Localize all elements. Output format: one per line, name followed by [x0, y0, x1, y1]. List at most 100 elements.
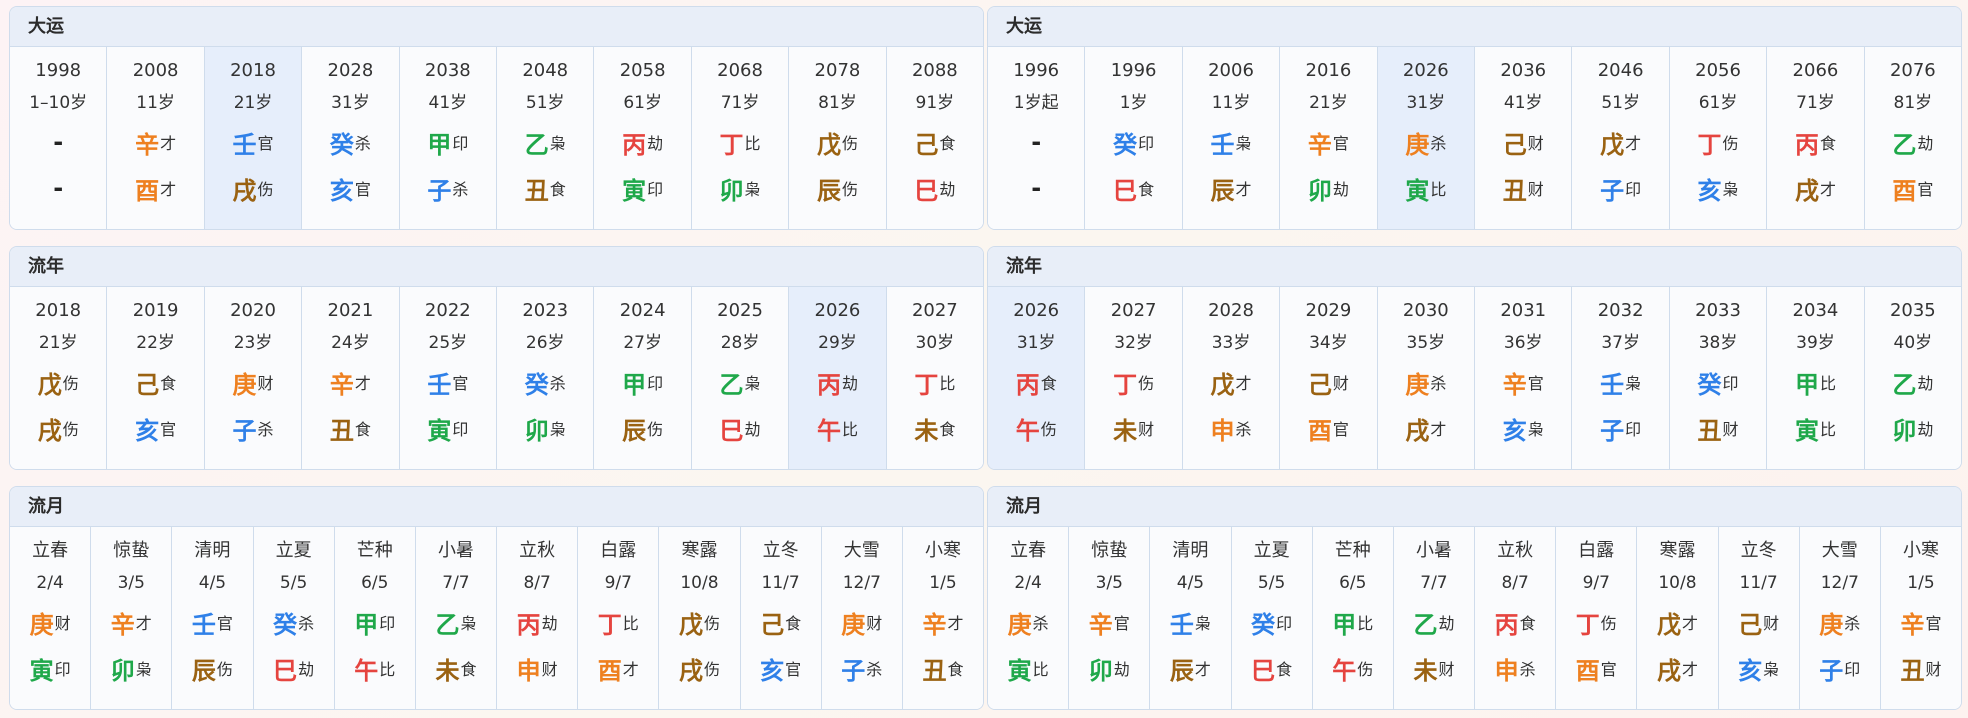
liuyue-cell[interactable]: 立夏 5/5 癸杀巳劫 [253, 527, 335, 709]
heavenly-stem-char: 庚 [1405, 130, 1430, 159]
liunian-cell[interactable]: 2024 27岁甲印辰伤 [594, 287, 692, 469]
liuyue-cell[interactable]: 芒种 6/5 甲印午比 [334, 527, 416, 709]
liunian-cell[interactable]: 2025 28岁乙枭巳劫 [691, 287, 790, 469]
dayun-cell[interactable]: 2038 41岁甲印子杀 [399, 47, 498, 229]
earthly-branch-char: 亥 [1738, 656, 1763, 685]
liunian-cell[interactable]: 2021 24岁辛才丑食 [302, 287, 400, 469]
dayun-cell[interactable]: 2056 61岁丁伤亥枭 [1669, 47, 1768, 229]
liuyue-cell[interactable]: 惊蛰 3/5 辛才卯枭 [91, 527, 173, 709]
dayun-cell[interactable]: 1996 1岁癸印巳食 [1085, 47, 1183, 229]
heavenly-stem: 己财 [1308, 359, 1349, 405]
liuyue-cell[interactable]: 大雪 12/7 庚杀子印 [1799, 527, 1881, 709]
liuyue-cell[interactable]: 立秋 8/7 丙劫申财 [497, 527, 579, 709]
liuyue-cell[interactable]: 大雪 12/7 庚财子杀 [821, 527, 903, 709]
heavenly-stem: 乙劫 [1892, 359, 1933, 405]
heavenly-stem-char: 戊 [1656, 610, 1681, 639]
dayun-cell[interactable]: 2008 11岁辛才酉才 [107, 47, 205, 229]
liuyue-cell[interactable]: 清明 4/5 壬官辰伤 [172, 527, 254, 709]
dayun-cell[interactable]: 2066 71岁丙食戌才 [1767, 47, 1865, 229]
liunian-cell[interactable]: 2028 33岁戊才申杀 [1182, 287, 1281, 469]
liunian-cell[interactable]: 2019 22岁己食亥官 [107, 287, 205, 469]
liuyue-cell[interactable]: 寒露 10/8 戊才戌才 [1637, 527, 1719, 709]
liunian-cell[interactable]: 2035 40岁乙劫卯劫 [1864, 287, 1961, 469]
ten-god-label: 官 [160, 420, 177, 439]
dayun-cell[interactable]: 2016 21岁辛官卯劫 [1280, 47, 1378, 229]
liunian-cell[interactable]: 2018 21岁戊伤戌伤 [10, 287, 108, 469]
liunian-cell[interactable]: 2032 37岁壬枭子印 [1572, 287, 1670, 469]
liunian-cell[interactable]: 2029 34岁己财酉官 [1280, 287, 1378, 469]
dayun-cell[interactable]: 2088 91岁己食巳劫 [886, 47, 983, 229]
ten-god-label: 官 [354, 180, 371, 199]
liunian-cell[interactable]: 2033 38岁癸印丑财 [1669, 287, 1768, 469]
cell-subheading: 24岁 [331, 333, 370, 353]
cell-heading: 2034 [1792, 300, 1839, 321]
dayun-cell[interactable]: 1998 1–10岁 - - [10, 47, 108, 229]
dayun-cell[interactable]: 2068 71岁丁比卯枭 [691, 47, 790, 229]
heavenly-stem-char: 丁 [1113, 370, 1138, 399]
liunian-cell[interactable]: 2030 35岁庚杀戌才 [1377, 287, 1476, 469]
cell-subheading: 61岁 [623, 93, 662, 113]
cell-heading: 2056 [1695, 60, 1741, 81]
dayun-cell[interactable]: 1996 1岁起 - - [988, 47, 1086, 229]
earthly-branch: 申杀 [1495, 645, 1536, 691]
cell-subheading: 5/5 [1257, 573, 1286, 593]
liuyue-cell[interactable]: 白露 9/7 丁比酉才 [578, 527, 660, 709]
liuyue-cell[interactable]: 小暑 7/7 乙劫未财 [1393, 527, 1476, 709]
cell-subheading: 22岁 [136, 333, 175, 353]
liuyue-cell[interactable]: 立冬 11/7 己食亥官 [740, 527, 822, 709]
liunian-cell[interactable]: 2031 36岁辛官亥枭 [1475, 287, 1573, 469]
liunian-cell[interactable]: 2022 25岁壬官寅印 [399, 287, 498, 469]
liuyue-cell[interactable]: 寒露 10/8 戊伤戌伤 [659, 527, 741, 709]
liuyue-cell[interactable]: 清明 4/5 壬枭辰才 [1150, 527, 1232, 709]
earthly-branch-char: 午 [1332, 656, 1357, 685]
dayun-cell[interactable]: 2058 61岁丙劫寅印 [594, 47, 692, 229]
liuyue-cell[interactable]: 小暑 7/7 乙枭未食 [415, 527, 498, 709]
liuyue-cell[interactable]: 立秋 8/7 丙食申杀 [1475, 527, 1557, 709]
dayun-cell[interactable]: 2028 31岁癸杀亥官 [302, 47, 400, 229]
cell-subheading: 40岁 [1893, 333, 1933, 353]
liuyue-cell[interactable]: 芒种 6/5 甲比午伤 [1312, 527, 1394, 709]
cell-subheading: 1/5 [1907, 573, 1935, 593]
dayun-cell[interactable]: 2078 81岁戊伤辰伤 [789, 47, 887, 229]
ten-god-label: 财 [1332, 374, 1349, 393]
earthly-branch-char: 寅 [1007, 656, 1032, 685]
liunian-cell[interactable]: 2027 32岁丁伤未财 [1085, 287, 1183, 469]
ten-god-label: 伤 [1600, 614, 1617, 633]
dayun-panel: 大运 1998 1–10岁 - -2008 11岁辛才酉才 2018 21岁壬官戌伤 2028… [9, 6, 984, 230]
dayun-cell[interactable]: 2018 21岁壬官戌伤 [204, 47, 303, 229]
dayun-cell[interactable]: 2046 51岁戊才子印 [1572, 47, 1670, 229]
ten-god-label: 食 [1519, 614, 1536, 633]
cell-heading: 小寒 [924, 540, 961, 561]
liuyue-cell[interactable]: 惊蛰 3/5 辛官卯劫 [1069, 527, 1151, 709]
dayun-cell[interactable]: 2076 81岁乙劫酉官 [1864, 47, 1961, 229]
cell-subheading: 5/5 [279, 573, 308, 593]
earthly-branch-char: 戌 [1794, 176, 1819, 205]
dayun-cell[interactable]: 2026 31岁庚杀寅比 [1377, 47, 1476, 229]
liuyue-cell[interactable]: 立春 2/4 庚杀寅比 [988, 527, 1070, 709]
liuyue-cell[interactable]: 白露 9/7 丁伤酉官 [1556, 527, 1638, 709]
liunian-cell[interactable]: 2034 39岁甲比寅比 [1767, 287, 1865, 469]
liunian-cell[interactable]: 2026 29岁丙劫午比 [789, 287, 887, 469]
liunian-cell[interactable]: 2027 30岁丁比未食 [886, 287, 983, 469]
liunian-cell[interactable]: 2023 26岁癸杀卯枭 [497, 287, 595, 469]
liunian-cell[interactable]: 2020 23岁庚财子杀 [204, 287, 303, 469]
dayun-cell[interactable]: 2006 11岁壬枭辰才 [1182, 47, 1281, 229]
earthly-branch-char: 寅 [427, 416, 452, 445]
dayun-cell[interactable]: 2036 41岁己财丑财 [1475, 47, 1573, 229]
ten-god-label: 食 [160, 374, 177, 393]
ten-god-label: 官 [257, 134, 274, 153]
liuyue-cell[interactable]: 立春 2/4 庚财寅印 [10, 527, 92, 709]
earthly-branch: 戌才 [1405, 405, 1446, 451]
dayun-cell[interactable]: 2048 51岁乙枭丑食 [497, 47, 595, 229]
heavenly-stem: 庚杀 [1405, 119, 1446, 165]
heavenly-stem: 丙劫 [817, 359, 858, 405]
liunian-cell[interactable]: 2026 31岁丙食午伤 [988, 287, 1086, 469]
ten-god-label: 枭 [1625, 374, 1642, 393]
ten-god-label: 才 [160, 180, 177, 199]
liuyue-cell[interactable]: 小寒 1/5 辛官丑财 [1880, 527, 1961, 709]
liuyue-cell[interactable]: 立夏 5/5 癸印巳食 [1231, 527, 1313, 709]
earthly-branch: 未财 [1413, 645, 1454, 691]
heavenly-stem-char: 丙 [516, 610, 541, 639]
liuyue-cell[interactable]: 立冬 11/7 己财亥枭 [1718, 527, 1800, 709]
liuyue-cell[interactable]: 小寒 1/5 辛才丑食 [902, 527, 983, 709]
